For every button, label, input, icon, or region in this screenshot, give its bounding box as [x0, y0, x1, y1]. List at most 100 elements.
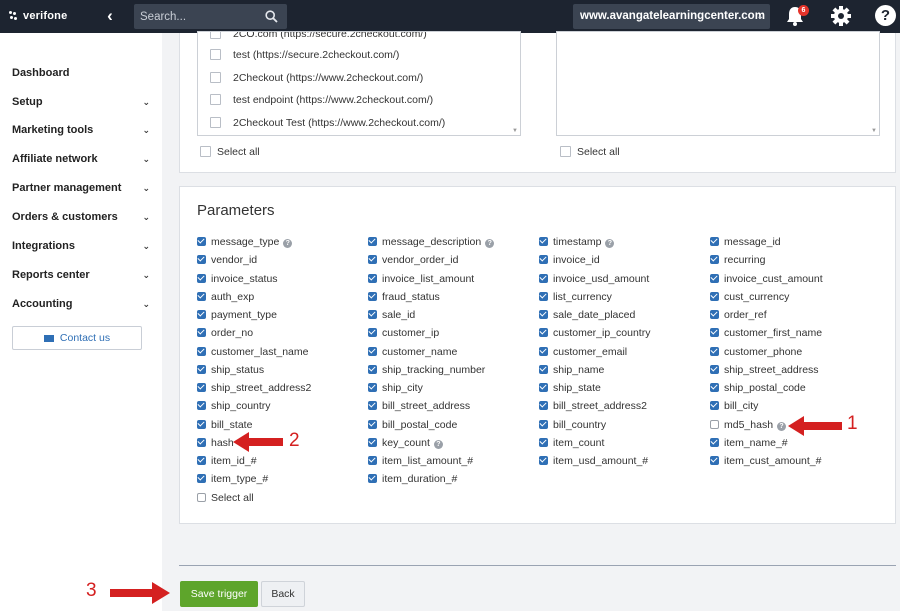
- list-item[interactable]: 2Checkout Test (https://www.2checkout.co…: [210, 114, 445, 132]
- parameter-item[interactable]: bill_country: [539, 417, 606, 433]
- scroll-down-arrow-icon[interactable]: ▼: [871, 128, 877, 134]
- domain-selector[interactable]: www.avangatelearningcenter.com ⌄: [573, 4, 770, 29]
- parameter-checkbox[interactable]: [197, 364, 206, 374]
- parameter-checkbox[interactable]: [710, 401, 719, 411]
- parameter-item[interactable]: order_no: [197, 325, 253, 341]
- select-all-checkbox[interactable]: [197, 493, 206, 502]
- parameter-checkbox[interactable]: [197, 310, 206, 319]
- parameter-checkbox[interactable]: [197, 328, 206, 338]
- select-all-checkbox[interactable]: [200, 146, 211, 157]
- parameter-checkbox[interactable]: [368, 364, 377, 374]
- sidebar-item-reports-center[interactable]: Reports center ⌄: [12, 266, 152, 284]
- endpoint-checkbox[interactable]: [210, 117, 221, 128]
- parameter-item[interactable]: md5_hash?: [710, 417, 787, 433]
- parameter-checkbox[interactable]: [539, 419, 548, 429]
- parameter-item[interactable]: ship_postal_code: [710, 380, 806, 396]
- parameter-item[interactable]: ship_country: [197, 398, 271, 414]
- help-question-icon[interactable]: ?: [777, 421, 787, 431]
- select-all-available[interactable]: Select all: [200, 144, 260, 160]
- sidebar-item-dashboard[interactable]: Dashboard: [12, 64, 152, 82]
- parameter-checkbox[interactable]: [197, 419, 206, 429]
- help-question-icon[interactable]: ?: [605, 239, 615, 248]
- parameter-checkbox[interactable]: [710, 255, 719, 265]
- help-question-icon[interactable]: ?: [875, 5, 896, 26]
- parameter-checkbox[interactable]: [368, 328, 377, 338]
- parameter-item[interactable]: invoice_id: [539, 252, 600, 268]
- parameter-checkbox[interactable]: [710, 310, 719, 319]
- parameter-checkbox[interactable]: [710, 437, 719, 447]
- parameter-item[interactable]: bill_postal_code: [368, 417, 457, 433]
- parameter-checkbox[interactable]: [710, 346, 719, 356]
- back-button[interactable]: Back: [261, 581, 305, 607]
- sidebar-item-partner-management[interactable]: Partner management ⌄: [12, 179, 152, 197]
- parameter-item[interactable]: customer_phone: [710, 344, 802, 360]
- list-item[interactable]: 2Checkout (https://www.2checkout.com/): [210, 69, 423, 87]
- parameter-checkbox[interactable]: [368, 419, 377, 429]
- parameter-item[interactable]: vendor_id: [197, 252, 257, 268]
- parameter-checkbox[interactable]: [539, 401, 548, 411]
- scroll-down-arrow-icon[interactable]: ▼: [512, 128, 518, 134]
- parameter-checkbox[interactable]: [539, 328, 548, 338]
- parameter-item[interactable]: auth_exp: [197, 289, 254, 305]
- parameter-item[interactable]: item_duration_#: [368, 471, 457, 487]
- endpoint-checkbox[interactable]: [210, 32, 221, 39]
- parameter-checkbox[interactable]: [197, 474, 206, 484]
- parameter-checkbox[interactable]: [539, 346, 548, 356]
- sidebar-item-integrations[interactable]: Integrations ⌄: [12, 237, 152, 255]
- help-question-icon[interactable]: ?: [485, 239, 495, 248]
- selected-endpoints-list[interactable]: ▼: [556, 31, 880, 136]
- collapse-sidebar-chevron-left-icon[interactable]: ‹: [102, 7, 118, 25]
- sidebar-item-setup[interactable]: Setup ⌄: [12, 93, 152, 111]
- parameter-item[interactable]: vendor_order_id: [368, 252, 458, 268]
- parameter-checkbox[interactable]: [197, 456, 206, 465]
- parameter-item[interactable]: invoice_usd_amount: [539, 271, 649, 287]
- parameter-item[interactable]: recurring: [710, 252, 765, 268]
- parameter-checkbox[interactable]: [368, 474, 377, 484]
- parameter-checkbox[interactable]: [710, 291, 719, 301]
- parameter-item[interactable]: customer_last_name: [197, 344, 308, 360]
- parameter-item[interactable]: ship_street_address2: [197, 380, 311, 396]
- parameter-item[interactable]: hash: [197, 435, 234, 451]
- parameter-checkbox[interactable]: [710, 419, 719, 429]
- parameter-item[interactable]: ship_street_address: [710, 362, 819, 378]
- parameter-checkbox[interactable]: [710, 456, 719, 465]
- parameter-item[interactable]: payment_type: [197, 307, 277, 323]
- parameter-checkbox[interactable]: [368, 346, 377, 356]
- parameter-item[interactable]: bill_city: [710, 398, 758, 414]
- help-question-icon[interactable]: ?: [433, 439, 443, 449]
- parameter-checkbox[interactable]: [368, 273, 377, 283]
- parameter-item[interactable]: item_name_#: [710, 435, 788, 451]
- parameter-checkbox[interactable]: [197, 401, 206, 411]
- parameter-item[interactable]: list_currency: [539, 289, 612, 305]
- parameter-item[interactable]: bill_street_address: [368, 398, 470, 414]
- sidebar-item-accounting[interactable]: Accounting ⌄: [12, 295, 152, 313]
- parameter-checkbox[interactable]: [539, 383, 548, 392]
- sidebar-item-marketing-tools[interactable]: Marketing tools ⌄: [12, 121, 152, 139]
- endpoint-checkbox[interactable]: [210, 94, 221, 105]
- parameter-item[interactable]: item_usd_amount_#: [539, 453, 648, 469]
- list-item[interactable]: test (https://secure.2checkout.com/): [210, 46, 399, 64]
- settings-gear-icon[interactable]: [830, 5, 852, 27]
- parameter-item[interactable]: ship_city: [368, 380, 423, 396]
- parameter-checkbox[interactable]: [197, 346, 206, 356]
- contact-us-button[interactable]: Contact us: [12, 326, 142, 350]
- parameter-checkbox[interactable]: [539, 456, 548, 465]
- parameter-checkbox[interactable]: [197, 237, 206, 246]
- parameter-item[interactable]: customer_first_name: [710, 325, 822, 341]
- parameter-item[interactable]: order_ref: [710, 307, 767, 323]
- parameter-item[interactable]: ship_state: [539, 380, 601, 396]
- list-item[interactable]: test endpoint (https://www.2checkout.com…: [210, 91, 433, 109]
- parameter-item[interactable]: sale_date_placed: [539, 307, 635, 323]
- parameter-checkbox[interactable]: [368, 255, 377, 265]
- parameter-checkbox[interactable]: [710, 328, 719, 338]
- parameter-checkbox[interactable]: [539, 273, 548, 283]
- parameter-item[interactable]: item_cust_amount_#: [710, 453, 821, 469]
- help-question-icon[interactable]: ?: [283, 239, 293, 248]
- parameter-item[interactable]: customer_ip: [368, 325, 439, 341]
- parameter-item[interactable]: ship_status: [197, 362, 264, 378]
- parameter-item[interactable]: bill_street_address2: [539, 398, 647, 414]
- parameter-checkbox[interactable]: [197, 291, 206, 301]
- parameter-checkbox[interactable]: [710, 364, 719, 374]
- parameter-item[interactable]: invoice_status: [197, 271, 278, 287]
- parameter-checkbox[interactable]: [197, 383, 206, 392]
